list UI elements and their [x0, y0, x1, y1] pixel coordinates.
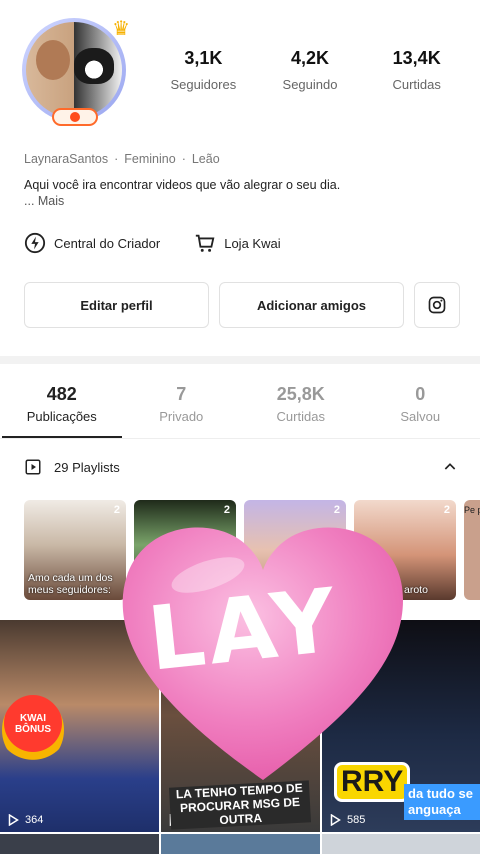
section-divider — [0, 356, 480, 364]
likes-label: Curtidas — [392, 77, 441, 92]
play-icon — [330, 814, 341, 826]
tab-posts-count: 482 — [46, 384, 77, 404]
playlist-caption: Pe pri — [464, 505, 480, 515]
profile-bio: Aqui você ira encontrar videos que vão a… — [24, 177, 444, 209]
playlists-title: 29 Playlists — [54, 459, 120, 475]
video-thumbnail-next-row[interactable] — [0, 834, 159, 854]
tab-posts-label: Publicações — [26, 409, 97, 424]
avatar-person — [36, 40, 70, 80]
tab-liked-count: 25,8K — [276, 384, 325, 404]
video-caption-sticker: LA TENHO TEMPO DE PROCURAR MSG DE OUTRA — [168, 780, 312, 830]
stat-following[interactable]: 4,2K Seguindo — [257, 48, 364, 92]
gender: Feminino — [124, 152, 176, 166]
kwai-shop-link[interactable]: Loja Kwai — [194, 232, 281, 254]
video-views: 585 — [330, 814, 365, 826]
following-label: Seguindo — [282, 77, 338, 92]
profile-avatar[interactable]: ♛ — [22, 18, 130, 128]
play-icon — [8, 814, 19, 826]
username: LaynaraSantos — [24, 152, 109, 166]
creator-center-link[interactable]: Central do Criador — [24, 232, 160, 254]
tab-liked[interactable]: 25,8K Curtidas — [241, 384, 361, 424]
avatar-ring — [22, 18, 126, 122]
tab-liked-label: Curtidas — [276, 409, 325, 424]
playlist-count: 2 — [443, 504, 450, 516]
playlists-header[interactable]: 29 Playlists — [24, 458, 458, 476]
bio-text: Aqui você ira encontrar videos que vão a… — [24, 178, 341, 192]
following-count: 4,2K — [290, 48, 330, 68]
meta-separator: · — [114, 152, 119, 166]
live-badge-icon — [52, 108, 98, 126]
playlist-count: 2 — [223, 504, 230, 516]
avatar-dog — [74, 48, 114, 84]
instagram-icon — [428, 296, 446, 314]
followers-count: 3,1K — [184, 48, 223, 68]
tab-saved-label: Salvou — [400, 409, 441, 424]
bio-more-link[interactable]: ... Mais — [24, 193, 444, 209]
kwai-bonus-text: KWAI BÔNUS — [14, 713, 52, 735]
video-thumbnail-next-row[interactable] — [161, 834, 320, 854]
tab-posts[interactable]: 482 Publicações — [2, 384, 122, 424]
profile-tabs: 482 Publicações 7 Privado 25,8K Curtidas… — [2, 384, 480, 424]
tab-private-count: 7 — [176, 384, 187, 404]
meta-separator: · — [181, 152, 186, 166]
playlist-item-partial[interactable]: Pe pri — [464, 500, 480, 600]
playlist-count: 2 — [333, 504, 340, 516]
playlist-item[interactable]: 2 Amo cada um dos meus seguidores: — [24, 500, 126, 600]
followers-label: Seguidores — [170, 77, 237, 92]
views-count: 364 — [25, 814, 44, 826]
tab-saved[interactable]: 0 Salvou — [361, 384, 480, 424]
playlist-icon — [25, 459, 41, 475]
playlist-caption: aroto — [404, 584, 428, 596]
profile-meta: LaynaraSantos · Feminino · Leão — [24, 152, 220, 166]
add-friends-button[interactable]: Adicionar amigos — [219, 282, 404, 328]
playlist-count: 2 — [113, 504, 120, 516]
zodiac-sign: Leão — [191, 152, 220, 166]
kwai-shop-label: Loja Kwai — [224, 235, 281, 251]
tab-private-label: Privado — [159, 409, 204, 424]
views-count: 585 — [347, 814, 366, 826]
tabs-divider — [0, 438, 480, 439]
video-caption-text: da tudo se anguaça — [404, 784, 480, 820]
video-views: 364 — [8, 814, 43, 826]
profile-stats: 3,1K Seguidores 4,2K Seguindo 13,4K Curt… — [150, 48, 470, 92]
avatar-photo — [26, 22, 122, 118]
quick-links: Central do Criador Loja Kwai — [24, 232, 281, 254]
crown-icon: ♛ — [112, 18, 130, 40]
likes-count: 13,4K — [392, 48, 441, 68]
stat-likes[interactable]: 13,4K Curtidas — [363, 48, 470, 92]
lightning-icon — [24, 232, 46, 254]
cart-icon — [196, 234, 215, 252]
tab-private[interactable]: 7 Privado — [122, 384, 242, 424]
chevron-up-icon[interactable] — [442, 459, 458, 475]
creator-center-label: Central do Criador — [54, 235, 161, 251]
edit-profile-button[interactable]: Editar perfil — [24, 282, 209, 328]
video-thumbnail-next-row[interactable] — [322, 834, 480, 854]
playlist-caption: Amo cada um dos meus seguidores: — [28, 572, 113, 596]
stat-followers[interactable]: 3,1K Seguidores — [150, 48, 257, 92]
profile-actions: Editar perfil Adicionar amigos — [24, 282, 460, 328]
instagram-button[interactable] — [414, 282, 460, 328]
tab-saved-count: 0 — [415, 384, 426, 404]
